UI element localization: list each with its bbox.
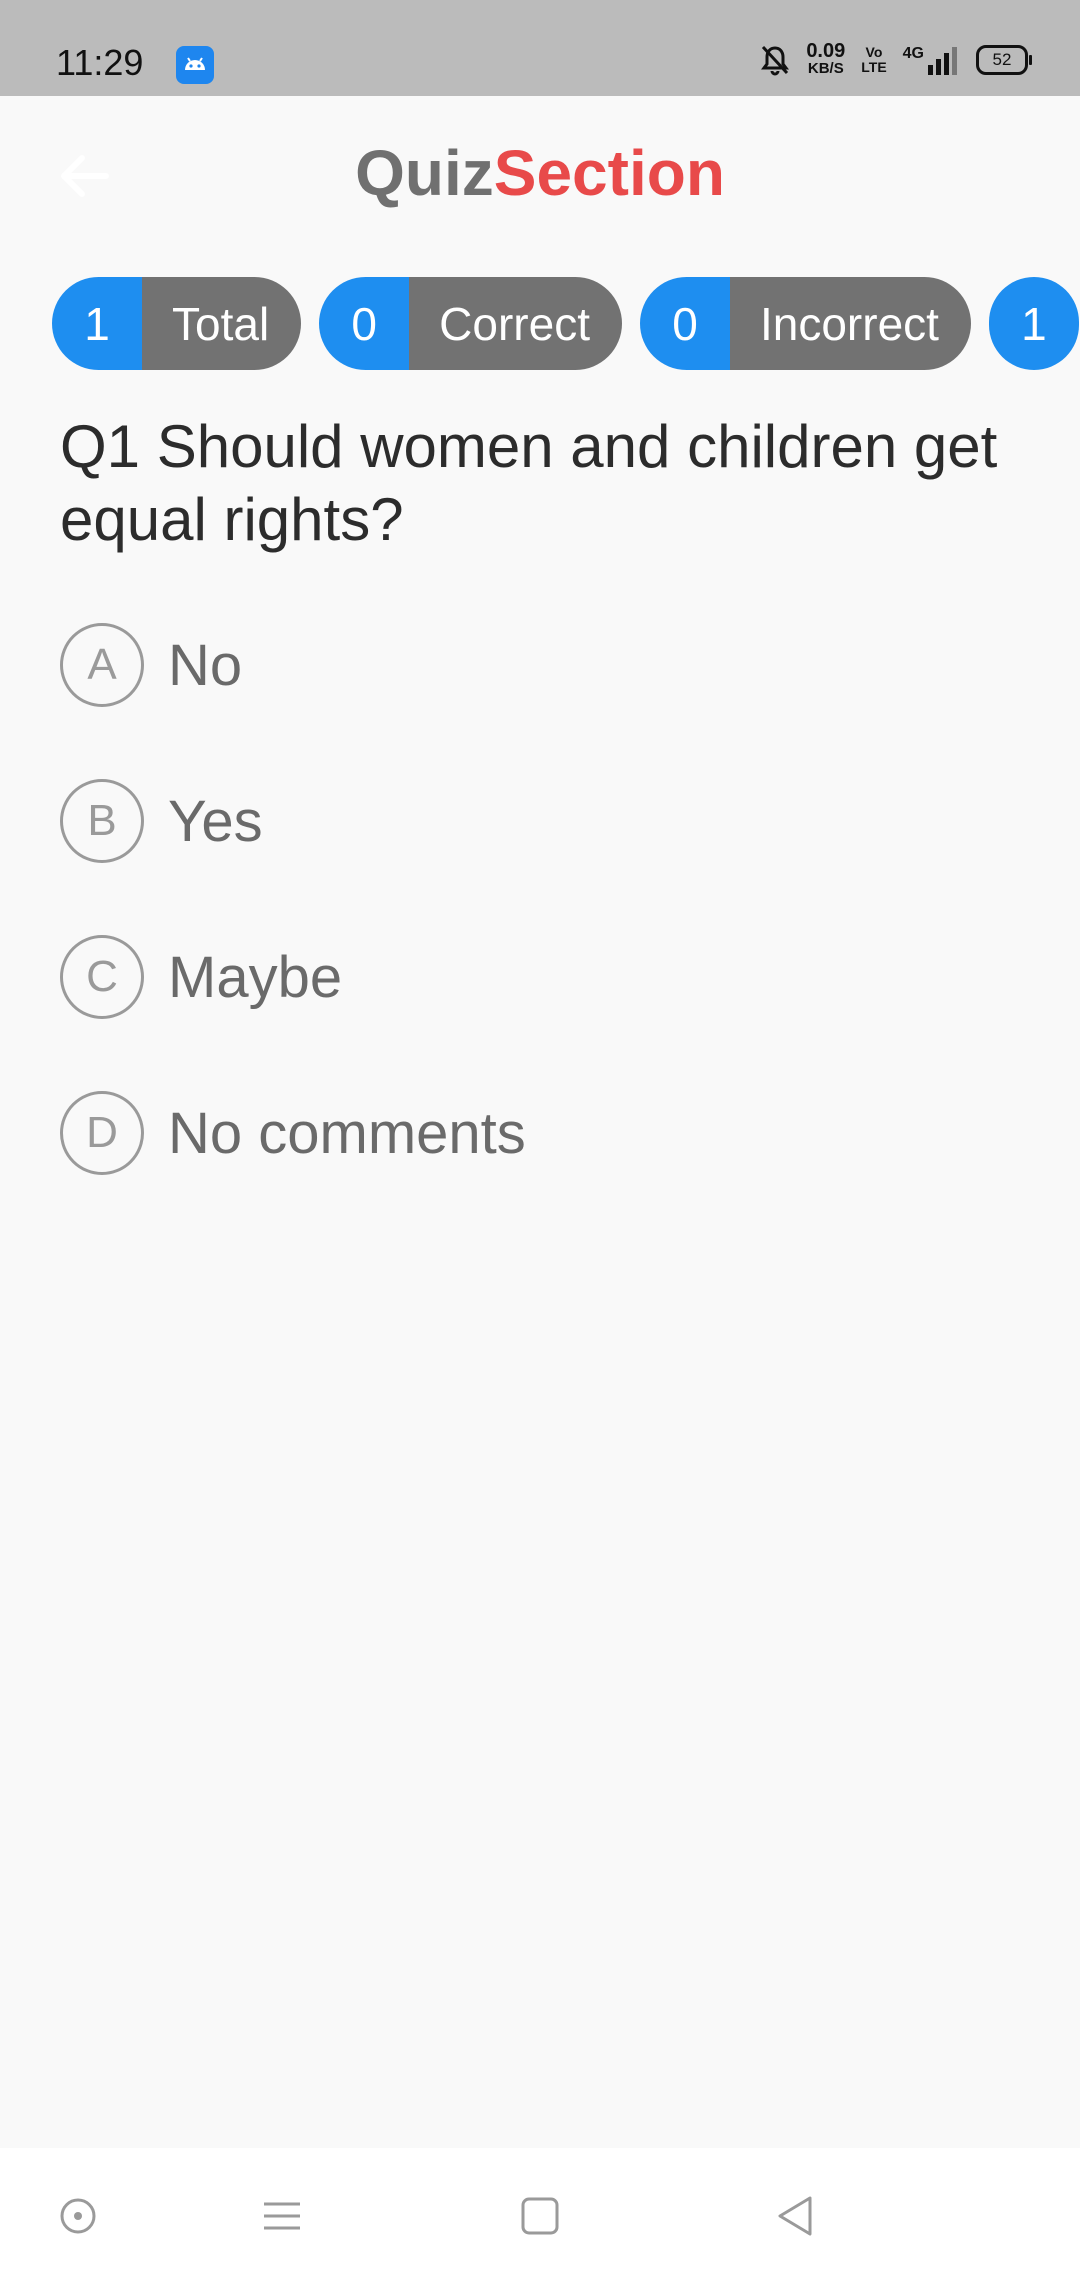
page-title-part2: Section: [493, 137, 725, 209]
app-header: QuizSection: [0, 96, 1080, 266]
page-title: QuizSection: [0, 136, 1080, 210]
score-stats-row: 1 Total 0 Correct 0 Incorrect 1: [52, 277, 1080, 370]
network-type: 4G: [902, 45, 924, 62]
system-nav-bar: [0, 2148, 1080, 2280]
stat-correct: 0 Correct: [319, 277, 622, 370]
menu-lines-icon[interactable]: [258, 2192, 306, 2240]
network-speed: 0.09 KB/S: [806, 40, 846, 78]
option-b-letter[interactable]: B: [60, 779, 144, 863]
volte-top: Vo: [865, 44, 883, 60]
option-b-text[interactable]: Yes: [168, 788, 263, 855]
option-c-letter[interactable]: C: [60, 935, 144, 1019]
option-d-text[interactable]: No comments: [168, 1100, 526, 1167]
stat-total: 1 Total: [52, 277, 302, 370]
option-a[interactable]: A No: [60, 622, 960, 708]
stat-remaining-value: 1: [988, 277, 1079, 370]
assistant-circle-icon[interactable]: [54, 2192, 102, 2240]
question-text: Q1 Should women and children get equal r…: [60, 413, 998, 553]
stat-incorrect-value: 0: [639, 277, 730, 370]
volte-indicator: Vo LTE: [861, 45, 886, 75]
option-a-text[interactable]: No: [168, 632, 242, 699]
stat-total-value: 1: [52, 277, 142, 370]
android-notification-icon: [176, 46, 214, 84]
stat-correct-label: Correct: [409, 277, 622, 370]
signal-indicator: 4G: [903, 45, 960, 75]
page-title-part1: Quiz: [355, 137, 494, 209]
status-indicators: 0.09 KB/S Vo LTE 4G 52: [744, 38, 1032, 82]
option-c-text[interactable]: Maybe: [168, 944, 342, 1011]
network-speed-unit: KB/S: [807, 60, 844, 77]
option-b[interactable]: B Yes: [60, 778, 960, 864]
home-square-icon[interactable]: [516, 2192, 564, 2240]
back-triangle-icon[interactable]: [772, 2192, 820, 2240]
stat-incorrect-label: Incorrect: [729, 277, 971, 370]
option-d-letter[interactable]: D: [60, 1091, 144, 1175]
stat-total-label: Total: [142, 277, 302, 370]
signal-bars-icon: [928, 47, 957, 75]
option-c[interactable]: C Maybe: [60, 934, 960, 1020]
network-speed-value: 0.09: [806, 40, 846, 62]
mute-bell-icon: [761, 45, 790, 76]
status-bar: 11:29 0.09 KB/S Vo LTE 4G 52: [0, 0, 1080, 96]
volte-bottom: LTE: [861, 59, 887, 75]
battery-indicator: 52: [976, 45, 1032, 75]
status-time: 11:29: [56, 42, 144, 83]
stat-incorrect: 0 Incorrect: [639, 277, 971, 370]
option-a-letter[interactable]: A: [60, 623, 144, 707]
stat-remaining: 1: [988, 277, 1079, 370]
stat-correct-value: 0: [319, 277, 410, 370]
option-d[interactable]: D No comments: [60, 1090, 960, 1176]
